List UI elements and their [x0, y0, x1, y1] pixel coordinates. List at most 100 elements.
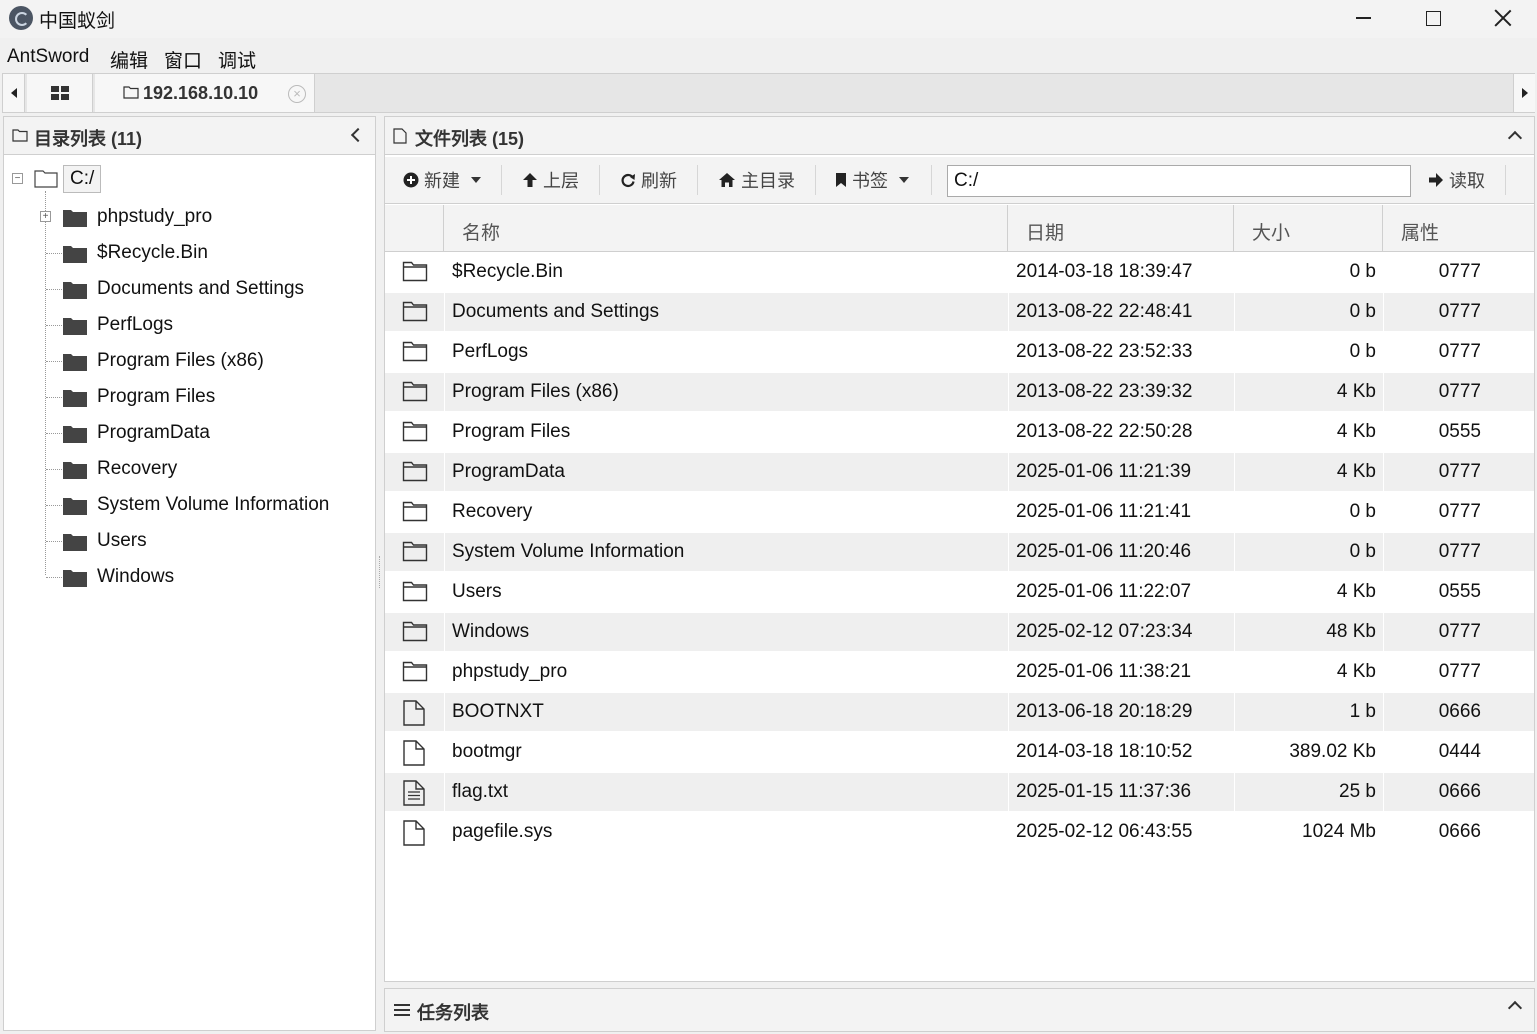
column-size[interactable]: 大小 [1233, 205, 1383, 251]
home-button[interactable]: 主目录 [718, 167, 795, 193]
tab-scroll-left-button[interactable] [3, 74, 25, 112]
menu-window[interactable]: 窗口 [164, 46, 202, 73]
up-button[interactable]: 上层 [522, 167, 579, 193]
folder-icon [63, 462, 87, 479]
file-name: bootmgr [444, 733, 1007, 771]
file-date: 2013-08-22 23:52:33 [1008, 333, 1233, 371]
file-name: Recovery [444, 493, 1007, 531]
expand-toggle-icon[interactable]: + [40, 211, 51, 222]
file-row[interactable]: Documents and Settings 2013-08-22 22:48:4… [385, 293, 1534, 331]
file-row[interactable]: System Volume Information 2025-01-06 11:2… [385, 533, 1534, 571]
file-row[interactable]: Windows 2025-02-12 07:23:34 48 Kb 0777 [385, 613, 1534, 651]
tree-item[interactable]: Recovery [40, 451, 370, 487]
caret-down-icon [899, 177, 909, 183]
file-name: Program Files [444, 413, 1007, 451]
tree-item[interactable]: $Recycle.Bin [40, 235, 370, 271]
column-attr[interactable]: 属性 [1382, 205, 1534, 251]
tree-item[interactable]: System Volume Information [40, 487, 370, 523]
row-icon-cell [385, 813, 443, 851]
file-row[interactable]: $Recycle.Bin 2014-03-18 18:39:47 0 b 0777 [385, 253, 1534, 291]
folder-outline-icon [123, 86, 139, 99]
file-date: 2013-06-18 20:18:29 [1008, 693, 1233, 731]
row-icon-cell [385, 613, 443, 651]
file-size: 0 b [1234, 253, 1382, 291]
tree-connector [46, 541, 62, 542]
new-button[interactable]: 新建 [403, 167, 481, 193]
directory-panel-title: 目录列表 (11) [34, 129, 143, 149]
folder-outline-icon [402, 581, 428, 602]
file-name: Program Files (x86) [444, 373, 1007, 411]
row-icon-cell [385, 293, 443, 331]
tree-item-label: Documents and Settings [97, 278, 305, 299]
folder-outline-icon [402, 421, 428, 442]
file-row[interactable]: PerfLogs 2013-08-22 23:52:33 0 b 0777 [385, 333, 1534, 371]
file-row[interactable]: bootmgr 2014-03-18 18:10:52 389.02 Kb 0444 [385, 733, 1534, 771]
refresh-button[interactable]: 刷新 [620, 167, 677, 193]
tree-item[interactable]: ProgramData [40, 415, 370, 451]
file-row[interactable]: Users 2025-01-06 11:22:07 4 Kb 0555 [385, 573, 1534, 611]
file-row[interactable]: pagefile.sys 2025-02-12 06:43:55 1024 Mb 06… [385, 813, 1534, 851]
column-name[interactable]: 名称 [443, 205, 1008, 251]
tree-item[interactable]: Program Files (x86) [40, 343, 370, 379]
tree-connector [46, 289, 62, 290]
file-name: Windows [444, 613, 1007, 651]
collapse-toggle-icon[interactable]: − [12, 173, 23, 184]
file-attr: 0666 [1383, 773, 1535, 811]
file-row[interactable]: Program Files (x86) 2013-08-22 23:39:32 4 … [385, 373, 1534, 411]
tree-connector [46, 577, 62, 578]
minimize-button[interactable] [1328, 0, 1398, 36]
tab-close-icon[interactable]: × [288, 85, 306, 103]
folder-outline-icon [402, 301, 428, 322]
file-date: 2025-02-12 06:43:55 [1008, 813, 1233, 851]
tree-connector [46, 253, 62, 254]
file-row[interactable]: ProgramData 2025-01-06 11:21:39 4 Kb 0777 [385, 453, 1534, 491]
menu-bar: AntSword 编辑 窗口 调试 [0, 38, 1537, 72]
maximize-button[interactable] [1398, 0, 1468, 36]
file-date: 2025-01-06 11:38:21 [1008, 653, 1233, 691]
file-name: pagefile.sys [444, 813, 1007, 851]
tab-home[interactable] [27, 74, 93, 112]
expand-up-icon[interactable] [1507, 1000, 1523, 1016]
file-size: 389.02 Kb [1234, 733, 1382, 771]
refresh-button-label: 刷新 [641, 171, 677, 191]
row-icon-cell [385, 773, 443, 811]
file-row[interactable]: Program Files 2013-08-22 22:50:28 4 Kb 0555 [385, 413, 1534, 451]
tree-item-label: Users [97, 530, 147, 551]
file-attr: 0444 [1383, 733, 1535, 771]
tree-item[interactable]: Documents and Settings [40, 271, 370, 307]
file-attr: 0777 [1383, 613, 1535, 651]
menu-antsword[interactable]: AntSword [7, 46, 89, 68]
tab-scroll-right-button[interactable] [1513, 74, 1535, 112]
text-file-icon [403, 780, 425, 806]
collapse-left-icon[interactable] [350, 127, 366, 143]
menu-edit[interactable]: 编辑 [110, 46, 148, 73]
tab-host[interactable]: 192.168.10.10 × [95, 74, 315, 112]
row-icon-cell [385, 373, 443, 411]
file-row[interactable]: BOOTNXT 2013-06-18 20:18:29 1 b 0666 [385, 693, 1534, 731]
close-window-button[interactable] [1468, 0, 1537, 36]
file-row[interactable]: Recovery 2025-01-06 11:21:41 0 b 0777 [385, 493, 1534, 531]
panel-splitter[interactable] [377, 116, 383, 1031]
read-button[interactable]: 读取 [1428, 167, 1485, 193]
tree-item[interactable]: PerfLogs [40, 307, 370, 343]
collapse-up-icon[interactable] [1507, 130, 1523, 146]
file-name: Documents and Settings [444, 293, 1007, 331]
directory-panel-header: 目录列表 (11) [4, 117, 375, 155]
folder-icon [63, 426, 87, 443]
home-icon [719, 173, 735, 187]
tree-item[interactable]: Program Files [40, 379, 370, 415]
file-row[interactable]: phpstudy_pro 2025-01-06 11:38:21 4 Kb 0777 [385, 653, 1534, 691]
tree-item[interactable]: Windows [40, 559, 370, 595]
column-date[interactable]: 日期 [1007, 205, 1233, 251]
close-icon [1494, 9, 1512, 27]
path-input[interactable] [947, 165, 1411, 197]
menu-debug[interactable]: 调试 [218, 46, 256, 73]
splitter-grip[interactable] [379, 556, 381, 588]
tree-item[interactable]: + phpstudy_pro [40, 199, 370, 235]
file-outline-icon [403, 700, 425, 726]
file-row[interactable]: flag.txt 2025-01-15 11:37:36 25 b 0666 [385, 773, 1534, 811]
file-table-header: 名称 日期 大小 属性 [385, 205, 1534, 252]
bookmark-button[interactable]: 书签 [835, 167, 909, 193]
row-icon-cell [385, 533, 443, 571]
tree-item[interactable]: Users [40, 523, 370, 559]
